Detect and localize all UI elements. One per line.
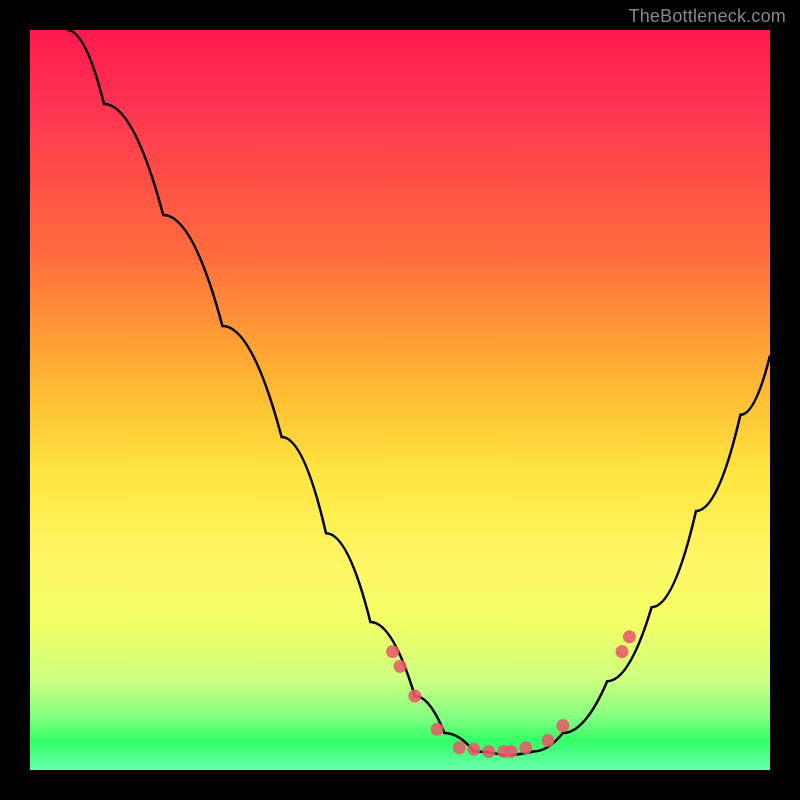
data-marker [468,743,481,756]
data-marker [616,645,629,658]
data-marker [556,719,569,732]
data-marker [431,723,444,736]
data-marker [482,745,495,758]
data-marker [623,630,636,643]
data-marker [542,734,555,747]
plot-frame [30,30,770,770]
data-marker [453,741,466,754]
data-marker [394,660,407,673]
plot-overlay [30,30,770,770]
data-marker [386,645,399,658]
data-marker [519,741,532,754]
attribution-text: TheBottleneck.com [629,6,786,27]
data-marker [505,745,518,758]
data-marker [408,690,421,703]
bottleneck-curve [67,30,770,755]
